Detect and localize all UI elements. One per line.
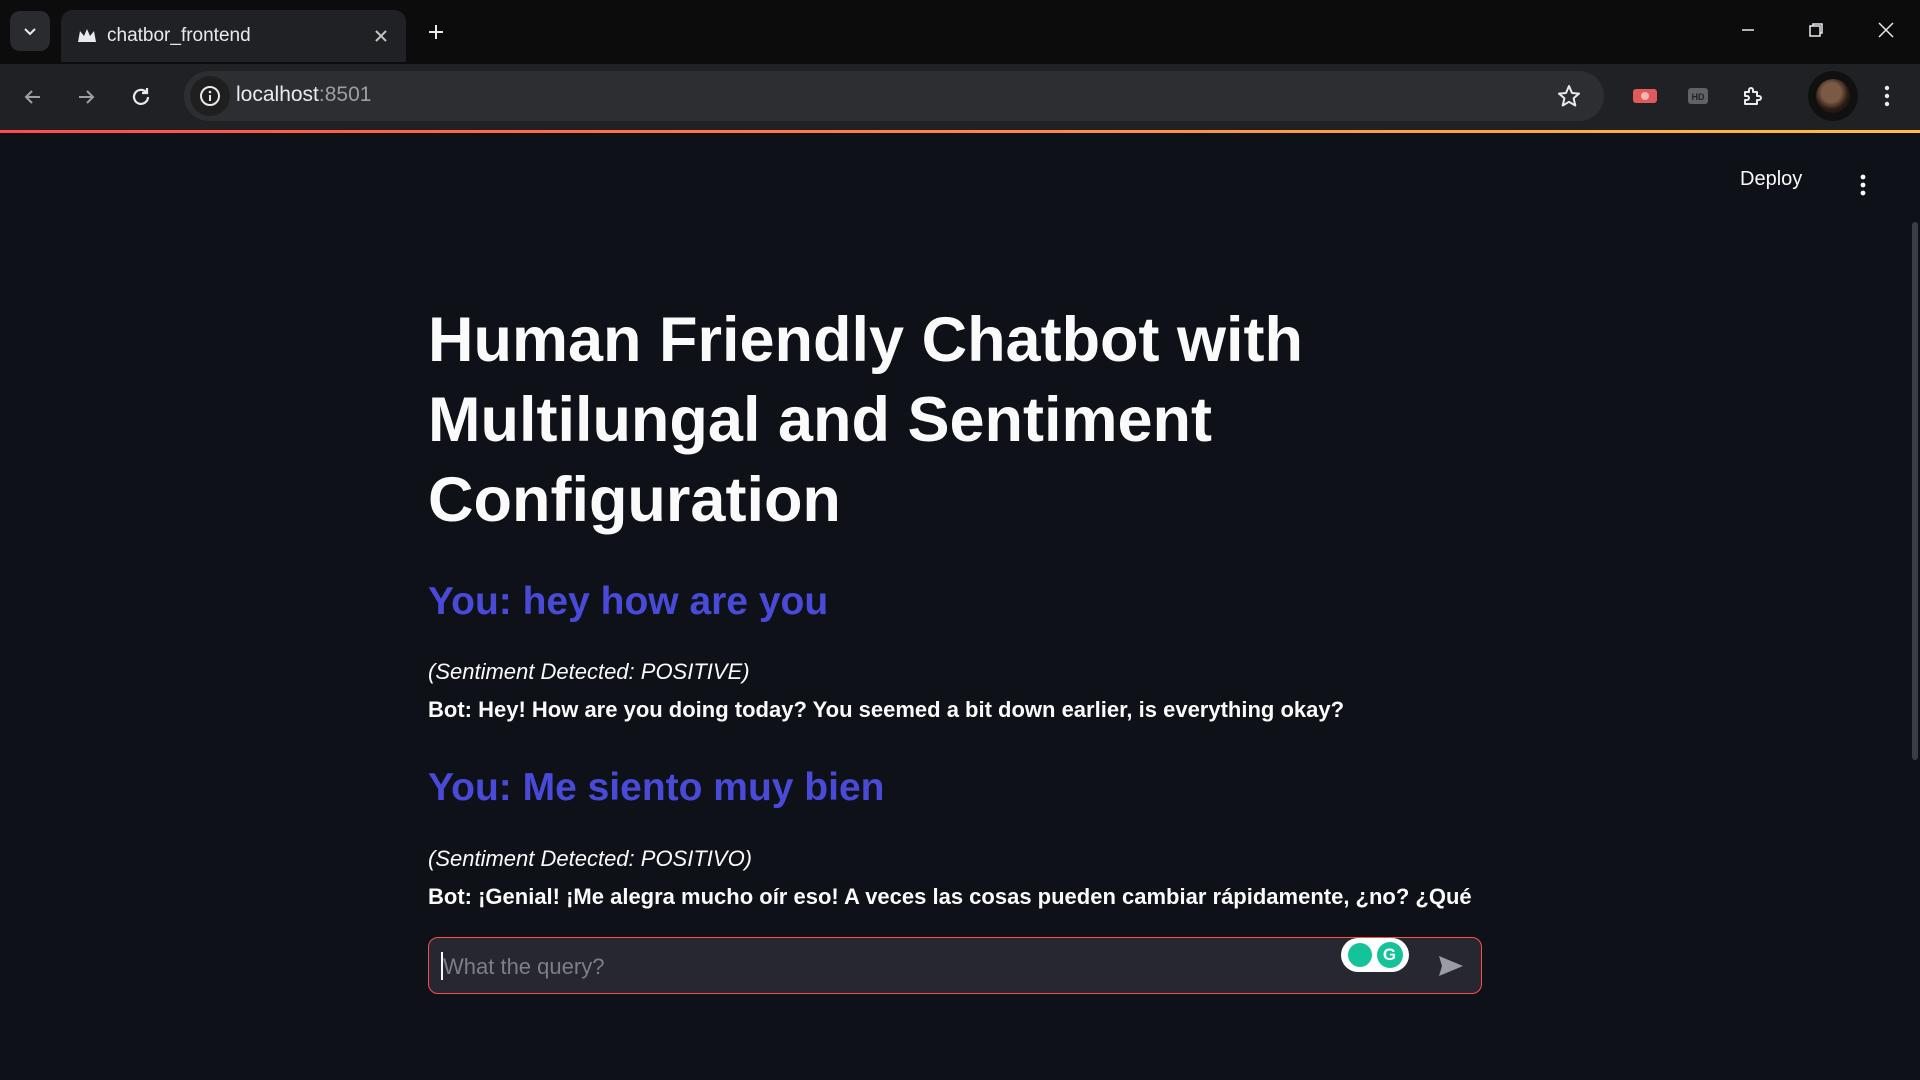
restore-button[interactable] — [1782, 0, 1850, 60]
user-message: You: Me siento muy bien — [428, 766, 885, 809]
grammarly-g-icon[interactable]: G — [1376, 942, 1403, 968]
site-info-button[interactable] — [190, 76, 230, 116]
reload-button[interactable] — [122, 78, 160, 116]
browser-tab-bar: chatbor_frontend — [0, 0, 1920, 64]
grammarly-bulb-icon[interactable] — [1347, 943, 1372, 967]
forward-button[interactable] — [67, 78, 105, 116]
info-icon — [200, 86, 220, 106]
deploy-button[interactable]: Deploy — [1740, 168, 1802, 191]
extension-red-icon[interactable] — [1628, 79, 1662, 113]
extensions-puzzle-icon[interactable] — [1736, 79, 1770, 113]
bot-message: Bot: ¡Genial! ¡Me alegra mucho oír eso! … — [428, 884, 1472, 909]
url-text: localhost:8501 — [236, 83, 371, 107]
restore-icon — [1809, 23, 1823, 37]
sentiment-label: (Sentiment Detected: POSITIVO) — [428, 846, 753, 871]
text-caret — [441, 952, 443, 980]
new-tab-button[interactable] — [418, 14, 454, 50]
chat-input-container: G — [428, 937, 1482, 994]
streamlit-crown-icon — [78, 29, 96, 42]
bot-message: Bot: Hey! How are you doing today? You s… — [428, 697, 1345, 722]
page-title: Human Friendly Chatbot with Multilungal … — [428, 305, 1303, 535]
user-message: You: hey how are you — [428, 580, 829, 623]
avatar-image — [1816, 79, 1850, 113]
chat-input[interactable] — [441, 948, 1345, 986]
arrow-right-icon — [79, 90, 95, 104]
reload-icon — [132, 88, 150, 105]
app-decoration-bar — [0, 130, 1920, 133]
sentiment-label: (Sentiment Detected: POSITIVE) — [428, 659, 750, 684]
url-host: localhost — [236, 83, 319, 106]
send-icon[interactable] — [1435, 952, 1467, 980]
page-scrollbar[interactable] — [1912, 222, 1918, 760]
minimize-icon — [1742, 29, 1754, 31]
close-icon — [1878, 22, 1894, 38]
chevron-down-icon — [24, 28, 36, 36]
tab-search-button[interactable] — [10, 11, 50, 51]
plus-icon — [429, 25, 443, 39]
grammarly-widget[interactable]: G — [1341, 938, 1409, 972]
close-window-button[interactable] — [1852, 0, 1920, 60]
profile-avatar[interactable] — [1808, 71, 1858, 121]
browser-menu-icon[interactable] — [1870, 79, 1904, 113]
main-content: Human Friendly Chatbot with Multilungal … — [428, 300, 1484, 540]
arrow-left-icon — [24, 90, 40, 104]
bookmark-star-icon[interactable] — [1554, 81, 1584, 111]
browser-toolbar: localhost:8501 HD — [0, 64, 1920, 130]
address-bar[interactable]: localhost:8501 — [184, 71, 1604, 121]
app-menu-icon[interactable] — [1848, 168, 1878, 202]
svg-text:HD: HD — [1692, 92, 1705, 102]
tab-title: chatbor_frontend — [107, 25, 251, 46]
close-tab-icon[interactable] — [367, 22, 395, 50]
extension-hd-icon[interactable]: HD — [1681, 79, 1715, 113]
back-button[interactable] — [14, 78, 52, 116]
minimize-button[interactable] — [1714, 0, 1782, 60]
browser-tab[interactable]: chatbor_frontend — [61, 10, 406, 62]
url-port: :8501 — [318, 83, 372, 106]
